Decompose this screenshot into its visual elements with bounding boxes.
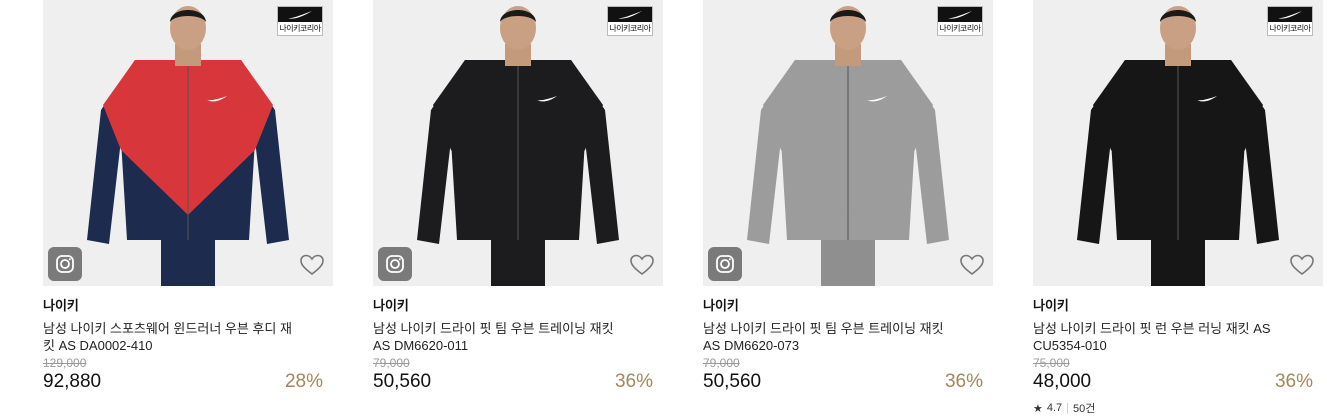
product-card[interactable]: 나이키코리아 나이키 남성 나이키 드라이 핏 팀 우븐 트레이닝 재킷 AS … [373,0,663,393]
product-image[interactable]: 나이키코리아 [703,0,993,286]
instagram-icon[interactable] [378,247,412,281]
rating: ★ 4.7 | 50건 [1033,400,1323,416]
product-name[interactable]: 남성 나이키 스포츠웨어 윈드러너 우븐 후디 재킷 AS DA0002-410 [43,320,298,354]
product-image[interactable]: 나이키코리아 [1033,0,1323,286]
product-card[interactable]: 나이키코리아 나이키 남성 나이키 드라이 핏 팀 우븐 트레이닝 재킷 AS … [703,0,993,393]
brand-name[interactable]: 나이키 [373,297,663,314]
brand-name[interactable]: 나이키 [1033,297,1323,314]
brand-badge: 나이키코리아 [937,6,983,36]
instagram-icon[interactable] [708,247,742,281]
swoosh-logo [1278,10,1302,19]
divider: | [1066,402,1070,414]
discount-rate: 36% [614,371,653,392]
product-image[interactable]: 나이키코리아 [373,0,663,286]
product-model-image [747,6,949,286]
sale-price: 50,560 [373,371,432,392]
original-price: 79,000 [373,356,410,370]
original-price: 75,000 [1033,356,1070,370]
brand-badge: 나이키코리아 [277,6,323,36]
brand-name[interactable]: 나이키 [43,297,333,314]
heart-icon[interactable] [1289,253,1315,277]
badge-label: 나이키코리아 [1269,24,1311,33]
badge-label: 나이키코리아 [939,24,981,33]
heart-icon[interactable] [299,253,325,277]
sale-price: 50,560 [703,371,762,392]
rating-value: 4.7 [1046,402,1063,414]
original-price: 79,000 [703,356,740,370]
heart-icon[interactable] [959,253,985,277]
product-name[interactable]: 남성 나이키 드라이 핏 팀 우븐 트레이닝 재킷 AS DM6620-073 [703,320,958,354]
brand-badge: 나이키코리아 [607,6,653,36]
original-price: 129,000 [43,356,87,370]
product-name[interactable]: 남성 나이키 드라이 핏 팀 우븐 트레이닝 재킷 AS DM6620-011 [373,320,628,354]
swoosh-logo [288,10,312,19]
brand-name[interactable]: 나이키 [703,297,993,314]
product-model-image [417,6,619,286]
discount-rate: 36% [1274,371,1313,392]
sale-price: 92,880 [43,371,102,392]
product-card[interactable]: 나이키코리아 나이키 남성 나이키 스포츠웨어 윈드러너 우븐 후디 재킷 AS… [43,0,333,393]
product-model-image [87,6,289,286]
product-name[interactable]: 남성 나이키 드라이 핏 런 우븐 러닝 재킷 AS CU5354-010 [1033,320,1288,354]
swoosh-logo [618,10,642,19]
discount-rate: 36% [944,371,983,392]
star-icon: ★ [1033,402,1043,415]
badge-label: 나이키코리아 [279,24,321,33]
brand-badge: 나이키코리아 [1267,6,1313,36]
review-count: 50건 [1073,403,1096,415]
swoosh-logo [948,10,972,19]
product-image[interactable]: 나이키코리아 [43,0,333,286]
discount-rate: 28% [284,371,323,392]
sale-price: 48,000 [1033,371,1092,392]
product-card[interactable]: 나이키코리아 나이키 남성 나이키 드라이 핏 런 우븐 러닝 재킷 AS CU… [1033,0,1323,416]
product-model-image [1077,6,1279,286]
badge-label: 나이키코리아 [609,24,651,33]
instagram-icon[interactable] [48,247,82,281]
heart-icon[interactable] [629,253,655,277]
